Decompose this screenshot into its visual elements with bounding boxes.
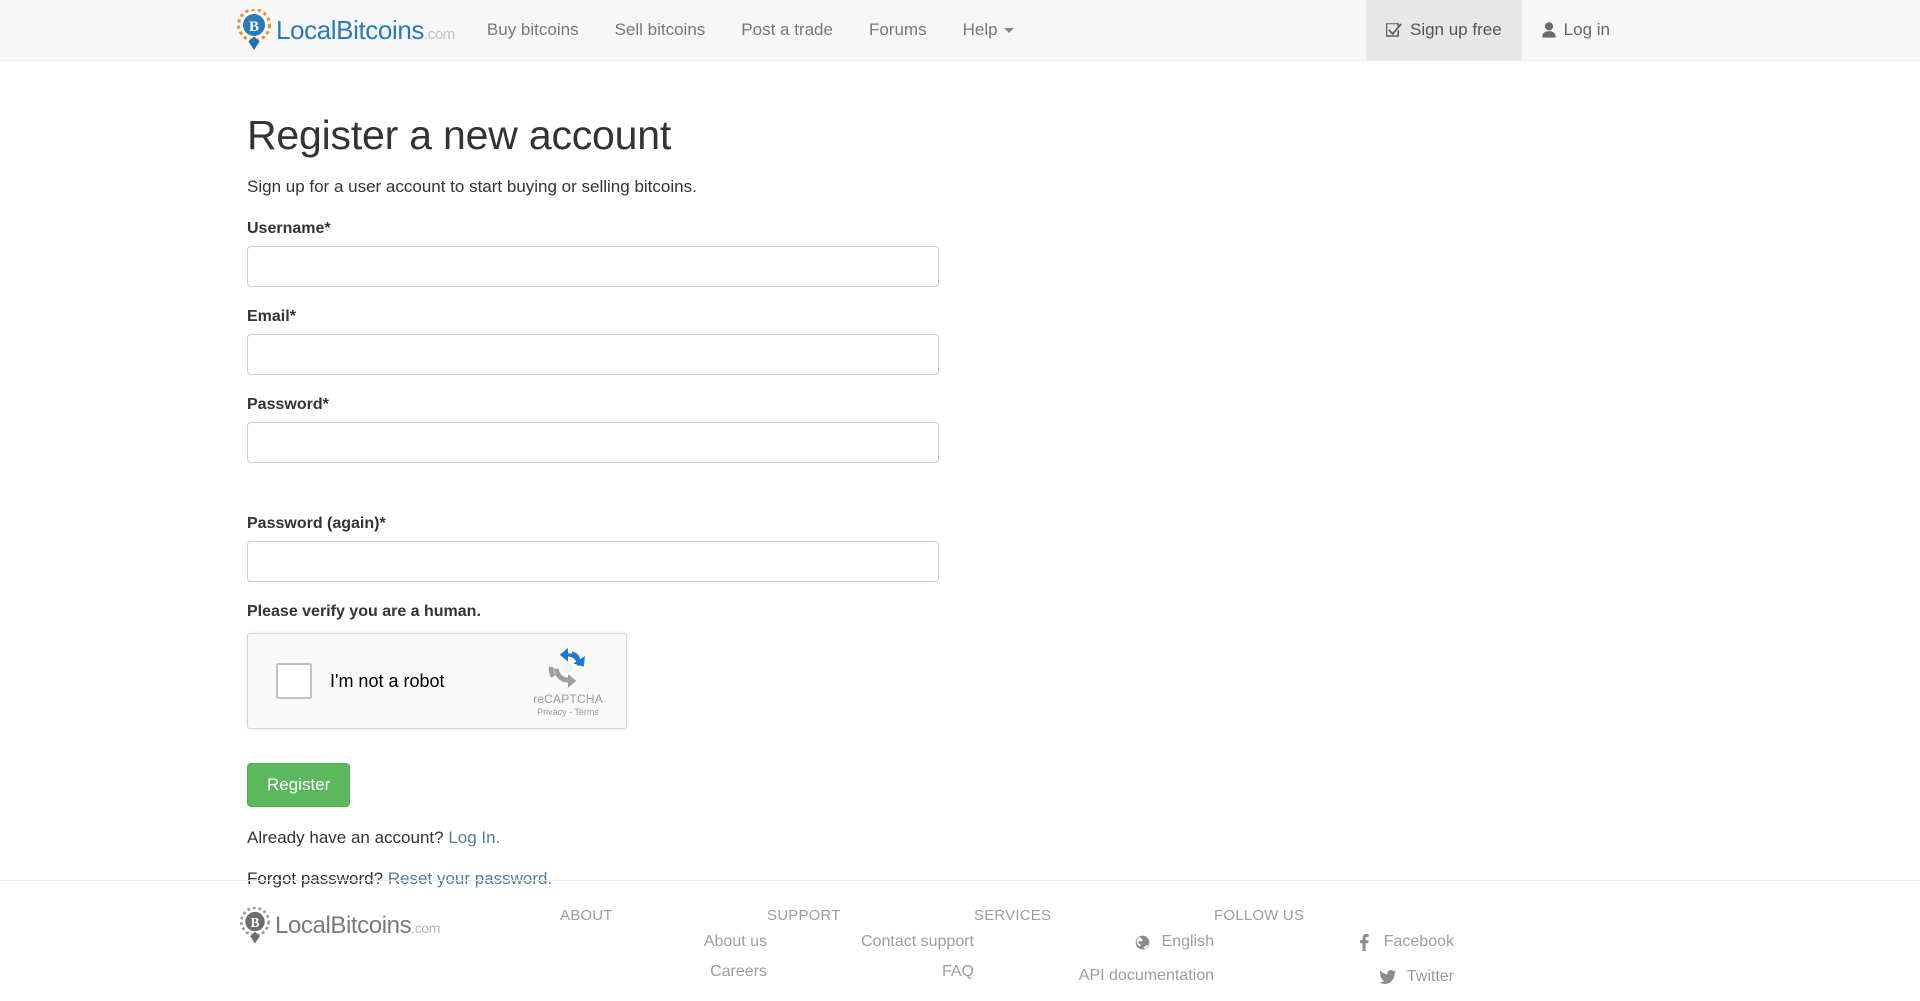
form-group-username: Username* <box>247 220 939 288</box>
form-group-password-again: Password (again)* <box>247 515 939 583</box>
footer-link-careers[interactable]: Careers <box>710 963 767 981</box>
password-input[interactable] <box>247 422 939 464</box>
primary-nav: Buy bitcoins Sell bitcoins Post a trade … <box>469 0 1032 60</box>
footer-columns: ABOUT About us Careers SUPPORT Contact s… <box>560 907 1920 1001</box>
navbar-right: Sign up free Log in <box>1365 0 1630 60</box>
recaptcha-branding: reCAPTCHA Privacy - Terms <box>520 646 616 717</box>
recaptcha-widget[interactable]: I'm not a robot reCAPTCHA Privacy - Term… <box>247 633 627 730</box>
nav-item-help[interactable]: Help <box>945 0 1032 60</box>
page-title: Register a new account <box>247 112 672 158</box>
nav-label: Forums <box>868 20 927 39</box>
brand-suffix: .com <box>424 26 455 43</box>
log-in-label: Log in <box>1563 20 1610 39</box>
twitter-icon <box>1379 969 1396 984</box>
sign-up-label: Sign up free <box>1409 20 1502 39</box>
form-group-email: Email* <box>247 308 939 376</box>
log-in-link[interactable]: Log In. <box>448 828 500 847</box>
footer-list-item: About us <box>560 933 767 951</box>
footer-brand-suffix: .com <box>411 920 440 936</box>
nav-label: Buy bitcoins <box>486 20 579 39</box>
footer-column-follow-us: FOLLOW US Facebook Twitter <box>1214 907 1454 1001</box>
check-square-icon <box>1385 22 1402 38</box>
nav-item-buy-bitcoins[interactable]: Buy bitcoins <box>469 0 597 60</box>
brand-name: LocalBitcoins.com <box>276 15 455 45</box>
nav-item-forums[interactable]: Forums <box>851 0 945 60</box>
username-input[interactable] <box>247 246 939 288</box>
user-icon <box>1542 22 1556 38</box>
recaptcha-brand-label: reCAPTCHA <box>533 691 603 706</box>
chevron-down-icon <box>1003 27 1014 33</box>
email-input[interactable] <box>247 334 939 376</box>
password-label: Password* <box>247 396 329 414</box>
registration-form: Username* Email* Password* Password (aga… <box>247 220 939 889</box>
form-group-password: Password* <box>247 396 939 464</box>
page-subtitle: Sign up for a user account to start buyi… <box>247 177 697 197</box>
footer-link-facebook[interactable]: Facebook <box>1356 933 1454 951</box>
nav-label: Post a trade <box>741 20 833 39</box>
footer-list-item: Careers <box>560 963 767 981</box>
page-footer: B LocalBitcoins.com ABOUT About us Caree… <box>0 880 1920 1001</box>
footer-list-item: FAQ <box>767 963 974 981</box>
email-label: Email* <box>247 308 296 326</box>
footer-list-item: Contact support <box>767 933 974 951</box>
footer-column-support: SUPPORT Contact support FAQ <box>767 907 974 1001</box>
footer-list-item: API documentation <box>974 967 1214 985</box>
top-navbar: B LocalBitcoins.com Buy bitcoins Sell bi… <box>0 0 1920 61</box>
already-have-account-row: Already have an account? Log In. <box>247 828 939 848</box>
footer-column-title: ABOUT <box>560 907 613 924</box>
footer-list-item: Facebook <box>1214 933 1454 956</box>
verify-human-label: Please verify you are a human. <box>247 603 481 621</box>
svg-text:B: B <box>249 19 259 35</box>
nav-item-post-a-trade[interactable]: Post a trade <box>723 0 851 60</box>
nav-label: Help <box>962 20 998 39</box>
footer-brand-link[interactable]: B LocalBitcoins.com <box>240 906 560 945</box>
nav-label: Sell bitcoins <box>614 20 706 39</box>
username-label: Username* <box>247 220 331 238</box>
password-again-label: Password (again)* <box>247 515 386 533</box>
recaptcha-checkbox-label: I'm not a robot <box>330 670 445 691</box>
navbar-left: B LocalBitcoins.com Buy bitcoins Sell bi… <box>237 0 1032 60</box>
footer-link-about-us[interactable]: About us <box>704 933 767 951</box>
footer-column-title: SUPPORT <box>767 907 841 924</box>
footer-link-api-documentation[interactable]: API documentation <box>1079 967 1214 985</box>
page-content: Register a new account Sign up for a use… <box>0 61 1920 889</box>
footer-link-faq[interactable]: FAQ <box>942 963 974 981</box>
footer-list-item: English <box>974 933 1214 955</box>
password-again-input[interactable] <box>247 541 939 583</box>
recaptcha-legal-links[interactable]: Privacy - Terms <box>520 707 616 717</box>
globe-icon <box>1134 935 1151 950</box>
svg-text:B: B <box>251 915 260 930</box>
footer-link-contact-support[interactable]: Contact support <box>861 933 974 951</box>
sign-up-free-button[interactable]: Sign up free <box>1365 0 1522 60</box>
footer-link-twitter[interactable]: Twitter <box>1379 968 1454 986</box>
footer-link-english[interactable]: English <box>1134 933 1214 951</box>
log-in-button[interactable]: Log in <box>1522 0 1630 60</box>
footer-column-title: SERVICES <box>974 907 1052 924</box>
already-have-account-text: Already have an account? <box>247 828 444 848</box>
recaptcha-logo-icon <box>546 646 590 690</box>
localbitcoins-pin-icon: B <box>237 8 271 51</box>
register-button[interactable]: Register <box>247 763 351 808</box>
footer-brand-name: LocalBitcoins.com <box>275 912 440 939</box>
nav-item-sell-bitcoins[interactable]: Sell bitcoins <box>597 0 724 60</box>
footer-column-about: ABOUT About us Careers <box>560 907 767 1001</box>
brand-logo-link[interactable]: B LocalBitcoins.com <box>237 0 469 60</box>
footer-localbitcoins-pin-icon: B <box>240 906 270 945</box>
recaptcha-checkbox[interactable] <box>276 663 312 700</box>
footer-list-item: Twitter <box>1214 968 1454 989</box>
footer-column-title: FOLLOW US <box>1214 907 1305 924</box>
facebook-icon <box>1356 933 1373 951</box>
footer-column-services: SERVICES English API documentation <box>974 907 1214 1001</box>
